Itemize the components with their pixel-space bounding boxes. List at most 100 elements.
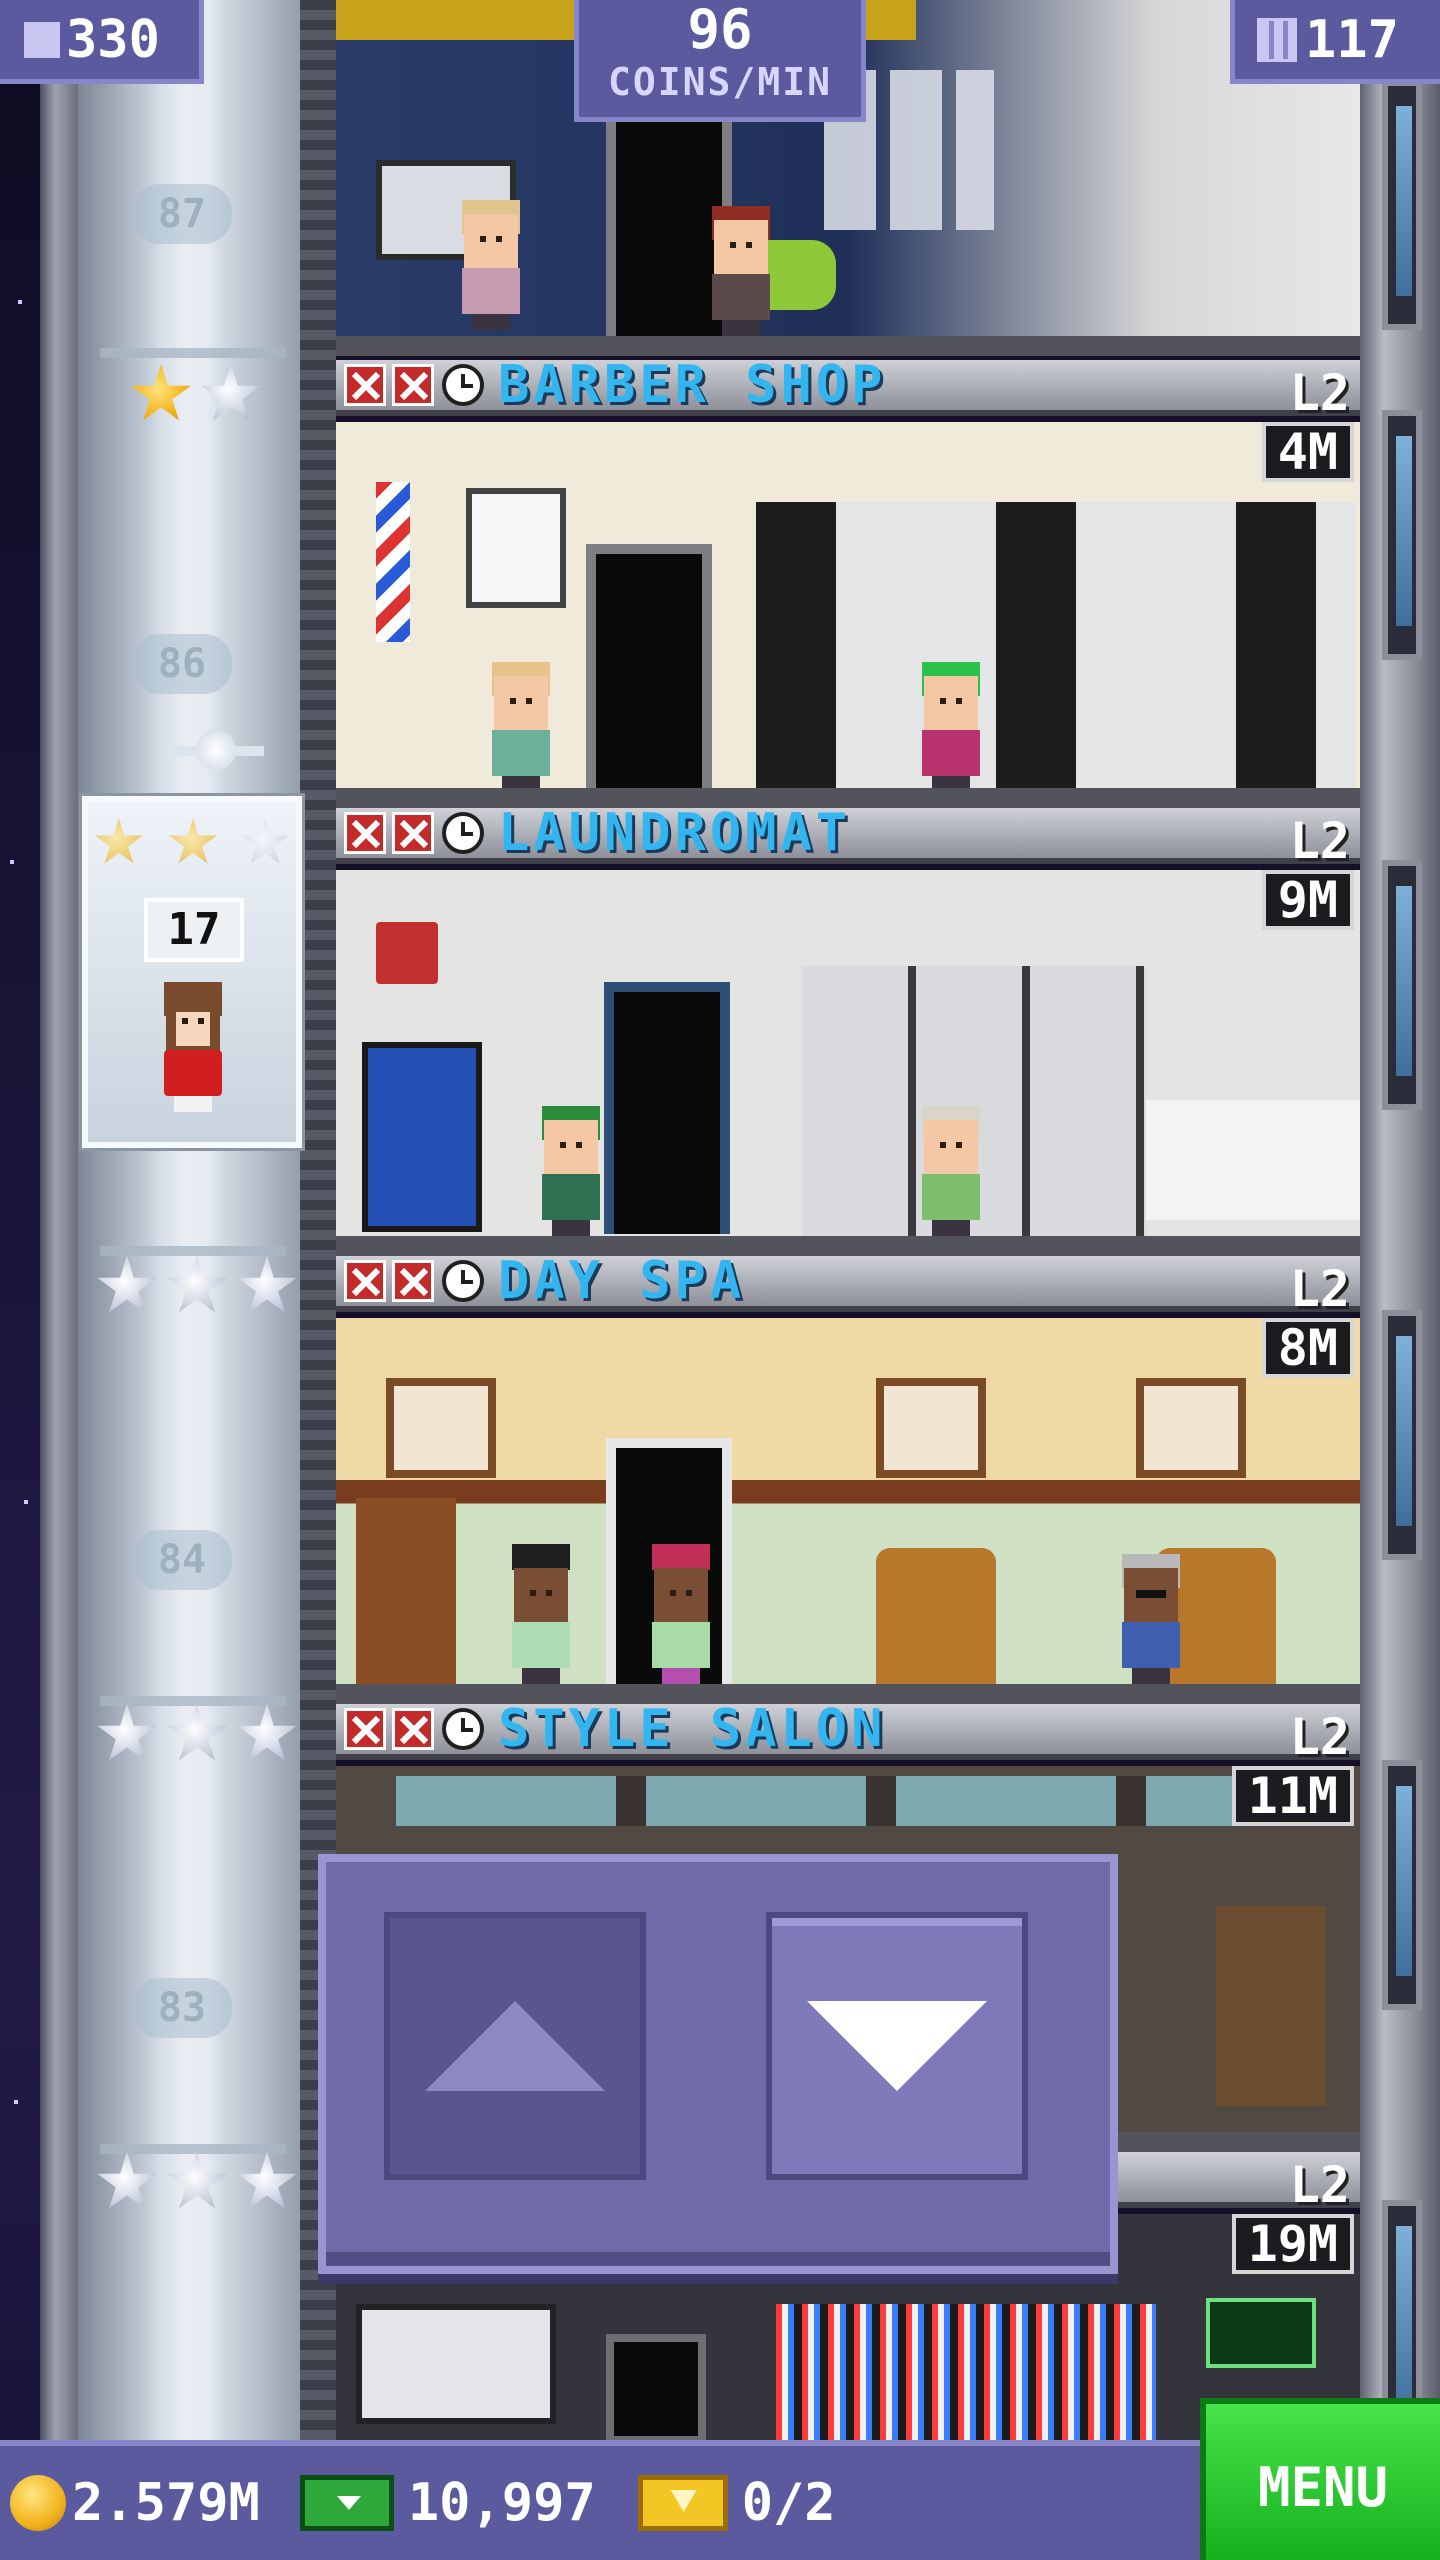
floor-slab (336, 336, 1360, 356)
floor-level: L2 (1289, 812, 1350, 870)
floor-rating-stars (96, 364, 306, 434)
bux-balance[interactable]: 10,997 (270, 2473, 596, 2533)
population-icon (24, 21, 60, 58)
floor-slab (336, 788, 1360, 808)
clock-icon (442, 1708, 484, 1750)
floor-name: LAUNDROMAT (498, 808, 852, 863)
building-window (1382, 860, 1422, 1110)
resident-bitizen[interactable] (536, 1106, 606, 1236)
clock-icon (442, 364, 484, 406)
passenger-bitizen[interactable] (158, 982, 228, 1112)
floor-level: L2 (1289, 364, 1350, 422)
floors-counter[interactable]: 117 (1230, 0, 1440, 84)
locked-slot-icon (344, 1260, 386, 1302)
building-window (1382, 1760, 1422, 2010)
arrow-up-icon (425, 2001, 605, 2091)
resident-bitizen[interactable] (706, 206, 776, 336)
barber-stations (756, 502, 1356, 788)
green-display (1206, 2298, 1316, 2368)
gold-star-icon (95, 818, 143, 864)
arrow-down-icon (807, 2001, 987, 2091)
shaft-floor-number: 87 (132, 184, 232, 244)
restock-timer: 11M (1231, 1766, 1354, 1826)
resident-bitizen[interactable] (646, 1544, 716, 1684)
shaft-floor-number: 84 (132, 1530, 232, 1590)
restock-timer: 9M (1261, 870, 1354, 930)
floor-slab (336, 1236, 1360, 1256)
silver-star-icon (201, 364, 261, 421)
silver-star-icon (97, 1704, 157, 1761)
building-frame-right (1360, 0, 1440, 2440)
building-frame-left (40, 0, 78, 2440)
coins-rate-label: COINS/MIN (608, 60, 832, 104)
resident-bitizen[interactable] (456, 200, 526, 330)
salon-shelf (1216, 1906, 1326, 2106)
silver-star-icon (97, 1256, 157, 1313)
resident-bitizen[interactable] (506, 1544, 576, 1684)
tickets-value: 0/2 (741, 2473, 836, 2533)
shaft-floor-number: 83 (132, 1978, 232, 2038)
spa-cabinet (356, 1498, 456, 1688)
restock-timer: 8M (1261, 1318, 1354, 1378)
locked-slot-icon (392, 1708, 434, 1750)
floor-day-spa[interactable]: DAY SPA L2 8M (336, 1256, 1360, 1704)
elevator-down-button[interactable] (766, 1912, 1028, 2180)
floor-name: DAY SPA (498, 1256, 746, 1311)
floor-header: DAY SPA L2 (336, 1256, 1360, 1318)
wall-painting (1136, 1378, 1246, 1478)
shaft-floor-divider (100, 348, 286, 358)
wall-painting (386, 1378, 496, 1478)
locked-slot-icon (344, 364, 386, 406)
bux-icon (299, 2475, 394, 2531)
silver-star-icon (237, 1256, 297, 1313)
locked-slot-icon (392, 1260, 434, 1302)
floor-header: BARBER SHOP L2 (336, 360, 1360, 422)
wall-frame (466, 488, 566, 608)
barber-pole-icon (376, 482, 410, 642)
coin-icon (10, 2475, 66, 2531)
resident-bitizen[interactable] (1116, 1554, 1186, 1684)
floor-name: STYLE SALON (498, 1704, 887, 1759)
elevator-car[interactable]: 17 (82, 730, 302, 1148)
folding-counter (1146, 1100, 1360, 1220)
resident-bitizen[interactable] (916, 662, 986, 792)
floor-barber-shop[interactable]: BARBER SHOP L2 4M (336, 360, 1360, 808)
population-counter[interactable]: 330 (0, 0, 204, 84)
golden-tickets[interactable]: 0/2 (606, 2473, 836, 2533)
floor-header: LAUNDROMAT L2 (336, 808, 1360, 870)
stock-chart-screen (356, 2304, 556, 2424)
coins-value: 2.579M (72, 2473, 260, 2533)
clock-icon (442, 1260, 484, 1302)
floor-name: BARBER SHOP (498, 360, 887, 415)
game-screen: 87 86 84 83 17 BARBER SHOP L2 4M LAUNDRO… (0, 0, 1440, 2560)
no-entry-sign-icon (376, 922, 438, 984)
elevator-up-button[interactable] (384, 1912, 646, 2180)
golden-ticket-icon (637, 2475, 728, 2531)
silver-star-icon (167, 1256, 227, 1313)
floor-rating-stars (96, 1704, 306, 1774)
bux-value: 10,997 (407, 2473, 596, 2533)
resident-bitizen[interactable] (486, 662, 556, 792)
elevator-control-pad (318, 1854, 1118, 2274)
restock-timer: 19M (1231, 2214, 1354, 2274)
floor-slab (336, 1684, 1360, 1704)
menu-button[interactable]: MENU (1200, 2398, 1440, 2560)
coins-rate-value: 96 (687, 0, 753, 61)
shaft-floor-number: 86 (132, 634, 232, 694)
shaft-floor-divider (100, 1246, 286, 1256)
coins-balance: 2.579M (10, 2473, 260, 2533)
building-window (1382, 1310, 1422, 1560)
gold-star-icon (169, 818, 217, 864)
elevator-lamp-icon (168, 716, 264, 796)
floor-level: L2 (1289, 1708, 1350, 1766)
silver-star-icon (97, 2152, 157, 2209)
resident-bitizen[interactable] (916, 1106, 986, 1236)
space-backdrop (0, 0, 44, 2440)
vending-machine (362, 1042, 482, 1232)
silver-star-icon (237, 1704, 297, 1761)
population-value: 330 (66, 9, 160, 70)
spa-chair (876, 1548, 996, 1688)
trading-boards (776, 2304, 1156, 2440)
floor-laundromat[interactable]: LAUNDROMAT L2 9M (336, 808, 1360, 1256)
salon-windows (396, 1776, 1296, 1826)
